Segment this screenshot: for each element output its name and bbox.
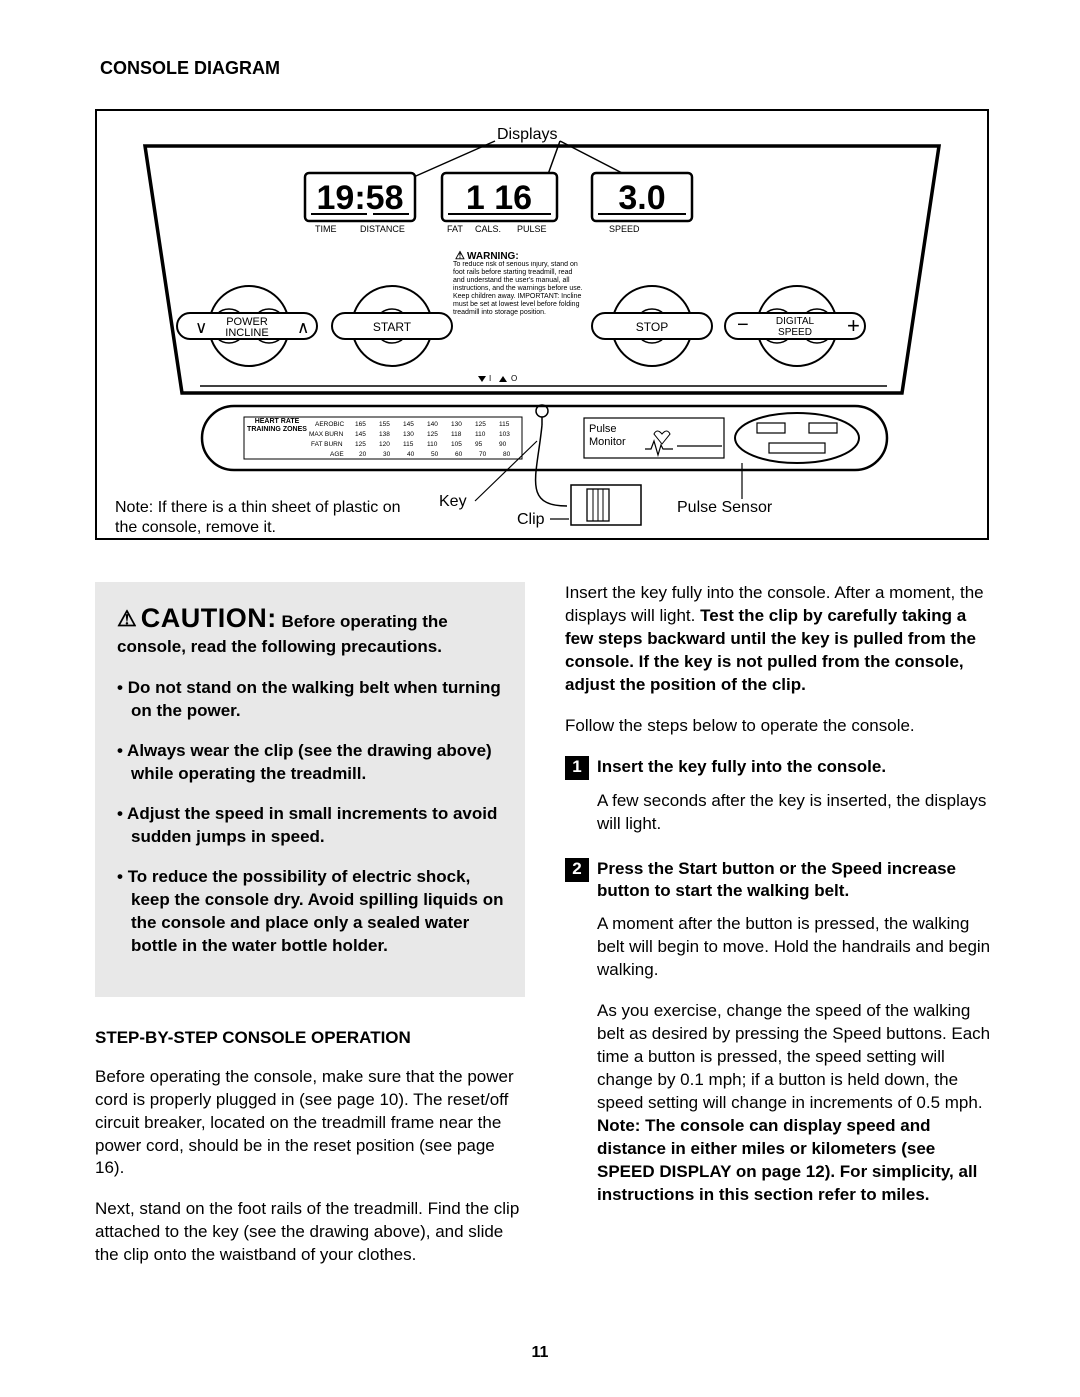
- svg-text:90: 90: [499, 441, 507, 448]
- left-column: ⚠CAUTION: Before operating the console, …: [95, 582, 525, 1285]
- display-time-distance: 19:58: [317, 179, 404, 217]
- svg-text:115: 115: [403, 441, 414, 448]
- label-pulse-monitor: PulseMonitor: [589, 423, 644, 448]
- step-number: 1: [565, 756, 589, 780]
- svg-text:130: 130: [403, 431, 414, 438]
- svg-text:60: 60: [455, 451, 463, 458]
- label-clip: Clip: [517, 511, 545, 528]
- hr-grid: 165 155 145 140 130 125 115 145 138 130 125 118 110…: [355, 421, 511, 458]
- paragraph: A moment after the button is pressed, th…: [597, 913, 995, 982]
- power-incline-group: ∨ ∧ POWER INCLINE: [177, 286, 317, 366]
- svg-text:130: 130: [451, 421, 462, 428]
- svg-text:I: I: [489, 374, 491, 383]
- caution-item: Always wear the clip (see the drawing ab…: [117, 740, 505, 786]
- caution-item: Adjust the speed in small increments to …: [117, 803, 505, 849]
- paragraph: As you exercise, change the speed of the…: [597, 1000, 995, 1206]
- console-diagram: Displays 19:58 TIME DISTANCE 1 16 FAT CA…: [95, 109, 989, 540]
- label-pulse-disp: PULSE: [517, 224, 547, 234]
- svg-text:20: 20: [359, 451, 367, 458]
- label-displays: Displays: [497, 126, 557, 143]
- svg-text:∧: ∧: [297, 318, 309, 337]
- step2-pre: As you exercise, change the speed of the…: [597, 1001, 990, 1112]
- caution-box: ⚠CAUTION: Before operating the console, …: [95, 582, 525, 997]
- diagram-note: Note: If there is a thin sheet of plasti…: [115, 498, 415, 538]
- caution-heading: ⚠CAUTION: Before operating the console, …: [117, 600, 505, 659]
- step-2-body: A moment after the button is pressed, th…: [565, 913, 995, 1206]
- svg-text:110: 110: [427, 441, 438, 448]
- step-2-head: 2 Press the Start button or the Speed in…: [565, 858, 995, 904]
- caution-item: To reduce the possibility of electric sh…: [117, 866, 505, 958]
- label-stop: STOP: [636, 320, 668, 334]
- paragraph: Follow the steps below to operate the co…: [565, 715, 995, 738]
- svg-text:40: 40: [407, 451, 415, 458]
- label-fat: FAT: [447, 224, 463, 234]
- step-number: 2: [565, 858, 589, 882]
- paragraph: Before operating the console, make sure …: [95, 1066, 525, 1181]
- step-1-body: A few seconds after the key is inserted,…: [565, 790, 995, 836]
- caution-icon: ⚠: [117, 606, 137, 631]
- warning-text: To reduce risk of serious injury, stand …: [453, 261, 583, 317]
- display-speed: 3.0: [618, 179, 665, 217]
- svg-text:FAT BURN: FAT BURN: [311, 441, 343, 448]
- page-number: 11: [0, 1344, 1080, 1362]
- label-speed: SPEED: [778, 327, 812, 338]
- svg-text:O: O: [511, 374, 517, 383]
- svg-text:MAX BURN: MAX BURN: [309, 431, 344, 438]
- caution-word: CAUTION:: [141, 603, 277, 633]
- display-fat-cals-pulse: 1 16: [466, 179, 532, 217]
- svg-text:80: 80: [503, 451, 511, 458]
- svg-text:103: 103: [499, 431, 510, 438]
- svg-text:155: 155: [379, 421, 390, 428]
- svg-text:70: 70: [479, 451, 487, 458]
- svg-text:+: +: [847, 313, 860, 338]
- step-title: Press the Start button or the Speed incr…: [597, 858, 995, 904]
- svg-text:125: 125: [427, 431, 438, 438]
- svg-text:125: 125: [355, 441, 366, 448]
- svg-text:140: 140: [427, 421, 438, 428]
- right-column: Insert the key fully into the console. A…: [565, 582, 995, 1285]
- svg-text:50: 50: [431, 451, 439, 458]
- svg-text:118: 118: [451, 431, 462, 438]
- start-button-group: START: [332, 286, 452, 366]
- svg-text:−: −: [737, 314, 749, 336]
- svg-text:138: 138: [379, 431, 390, 438]
- step2-bold: Note: The console can display speed and …: [597, 1116, 977, 1204]
- svg-text:30: 30: [383, 451, 391, 458]
- label-pulse-sensor: Pulse Sensor: [677, 499, 773, 516]
- label-cals: CALS.: [475, 224, 501, 234]
- svg-text:145: 145: [355, 431, 366, 438]
- step-section-heading: STEP-BY-STEP CONSOLE OPERATION: [95, 1027, 525, 1050]
- svg-text:105: 105: [451, 441, 462, 448]
- paragraph: Next, stand on the foot rails of the tre…: [95, 1198, 525, 1267]
- svg-text:145: 145: [403, 421, 414, 428]
- step-1-head: 1 Insert the key fully into the console.: [565, 756, 995, 780]
- page-title: CONSOLE DIAGRAM: [100, 58, 995, 79]
- label-digital: DIGITAL: [776, 316, 815, 327]
- svg-text:110: 110: [475, 431, 486, 438]
- caution-list: Do not stand on the walking belt when tu…: [117, 677, 505, 957]
- hr-title: HEART RATETRAINING ZONES: [247, 418, 307, 433]
- svg-text:115: 115: [499, 421, 510, 428]
- label-speed-small: SPEED: [609, 224, 640, 234]
- svg-text:95: 95: [475, 441, 483, 448]
- digital-speed-group: − + DIGITAL SPEED: [725, 286, 865, 366]
- paragraph: Insert the key fully into the console. A…: [565, 582, 995, 697]
- label-incline: INCLINE: [225, 327, 268, 339]
- svg-text:165: 165: [355, 421, 366, 428]
- svg-text:AEROBIC: AEROBIC: [315, 421, 345, 428]
- step-title: Insert the key fully into the console.: [597, 756, 886, 779]
- label-key: Key: [439, 493, 467, 510]
- label-time: TIME: [315, 224, 337, 234]
- caution-item: Do not stand on the walking belt when tu…: [117, 677, 505, 723]
- svg-text:AGE: AGE: [330, 451, 344, 458]
- svg-text:120: 120: [379, 441, 390, 448]
- stop-button-group: STOP: [592, 286, 712, 366]
- label-distance: DISTANCE: [360, 224, 405, 234]
- svg-text:125: 125: [475, 421, 486, 428]
- svg-text:∨: ∨: [195, 318, 207, 337]
- label-start: START: [373, 320, 412, 334]
